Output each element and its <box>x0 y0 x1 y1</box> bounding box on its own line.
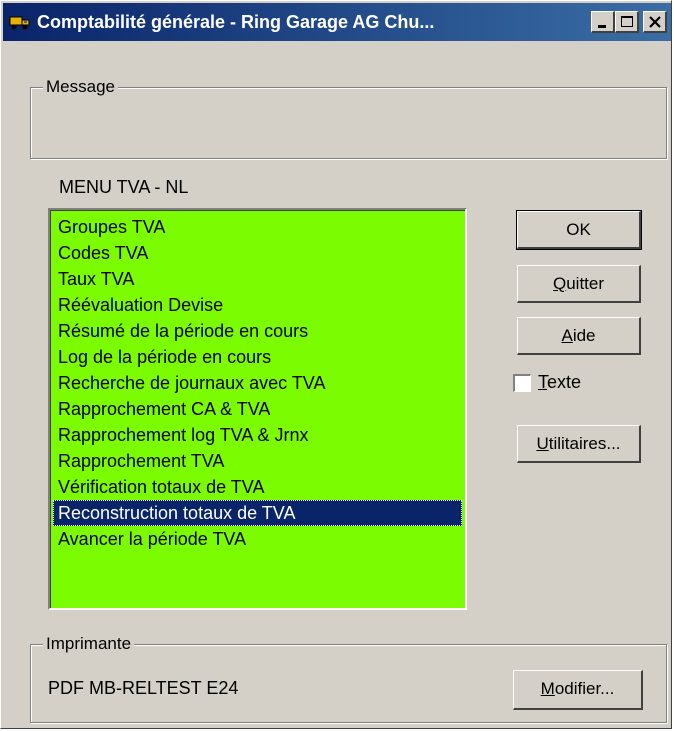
message-group: Message <box>30 77 667 159</box>
quit-button[interactable]: Quitter <box>517 265 641 303</box>
list-item[interactable]: Vérification totaux de TVA <box>53 474 462 500</box>
help-button-label: ide <box>572 326 596 345</box>
help-mnemonic: A <box>561 326 573 345</box>
maximize-button[interactable] <box>615 11 639 33</box>
menu-title: MENU TVA - NL <box>59 177 189 197</box>
list-item[interactable]: Groupes TVA <box>53 214 462 240</box>
modify-mnemonic: M <box>540 679 555 698</box>
message-group-label: Message <box>43 77 118 97</box>
help-button[interactable]: Aide <box>517 317 641 355</box>
close-icon <box>649 16 661 28</box>
quit-button-label: uitter <box>566 274 605 293</box>
list-item[interactable]: Recherche de journaux avec TVA <box>53 370 462 396</box>
text-checkbox[interactable] <box>513 374 531 392</box>
title-bar[interactable]: Comptabilité générale - Ring Garage AG C… <box>3 3 671 41</box>
menu-listbox[interactable]: Groupes TVA Codes TVA Taux TVA Réévaluation… <box>48 208 467 610</box>
maximize-icon <box>621 16 633 27</box>
utilities-button-label: tilitaires... <box>548 434 621 453</box>
list-item[interactable]: Rapprochement log TVA & Jrnx <box>53 422 462 448</box>
minimize-icon <box>598 25 606 28</box>
app-truck-icon <box>9 12 31 32</box>
list-item[interactable]: Résumé de la période en cours <box>53 318 462 344</box>
modify-button-label: odifier... <box>554 679 615 698</box>
quit-mnemonic: Q <box>552 274 567 293</box>
list-item[interactable]: Taux TVA <box>53 266 462 292</box>
printer-name: PDF MB-RELTEST E24 <box>48 678 239 698</box>
ok-button[interactable]: OK <box>516 210 642 250</box>
text-checkbox-label[interactable]: Texte <box>538 372 581 393</box>
utilities-mnemonic: U <box>536 434 549 453</box>
list-item[interactable]: Codes TVA <box>53 240 462 266</box>
modify-printer-button[interactable]: Modifier... <box>513 670 643 710</box>
list-item[interactable]: Avancer la période TVA <box>53 526 462 552</box>
dialog-window: Comptabilité générale - Ring Garage AG C… <box>0 0 672 729</box>
printer-group-label: Imprimante <box>43 634 135 654</box>
window-title: Comptabilité générale - Ring Garage AG C… <box>37 12 435 32</box>
ok-button-label: OK <box>566 220 591 239</box>
text-label-rest: exte <box>547 372 582 392</box>
close-button[interactable] <box>643 11 667 33</box>
list-item[interactable]: Rapprochement CA & TVA <box>53 396 462 422</box>
minimize-button[interactable] <box>591 11 615 33</box>
list-item[interactable]: Reconstruction totaux de TVA <box>53 500 462 526</box>
utilities-button[interactable]: Utilitaires... <box>517 425 641 463</box>
list-item[interactable]: Réévaluation Devise <box>53 292 462 318</box>
list-item[interactable]: Log de la période en cours <box>53 344 462 370</box>
list-item[interactable]: Rapprochement TVA <box>53 448 462 474</box>
text-mnemonic: T <box>538 372 547 392</box>
